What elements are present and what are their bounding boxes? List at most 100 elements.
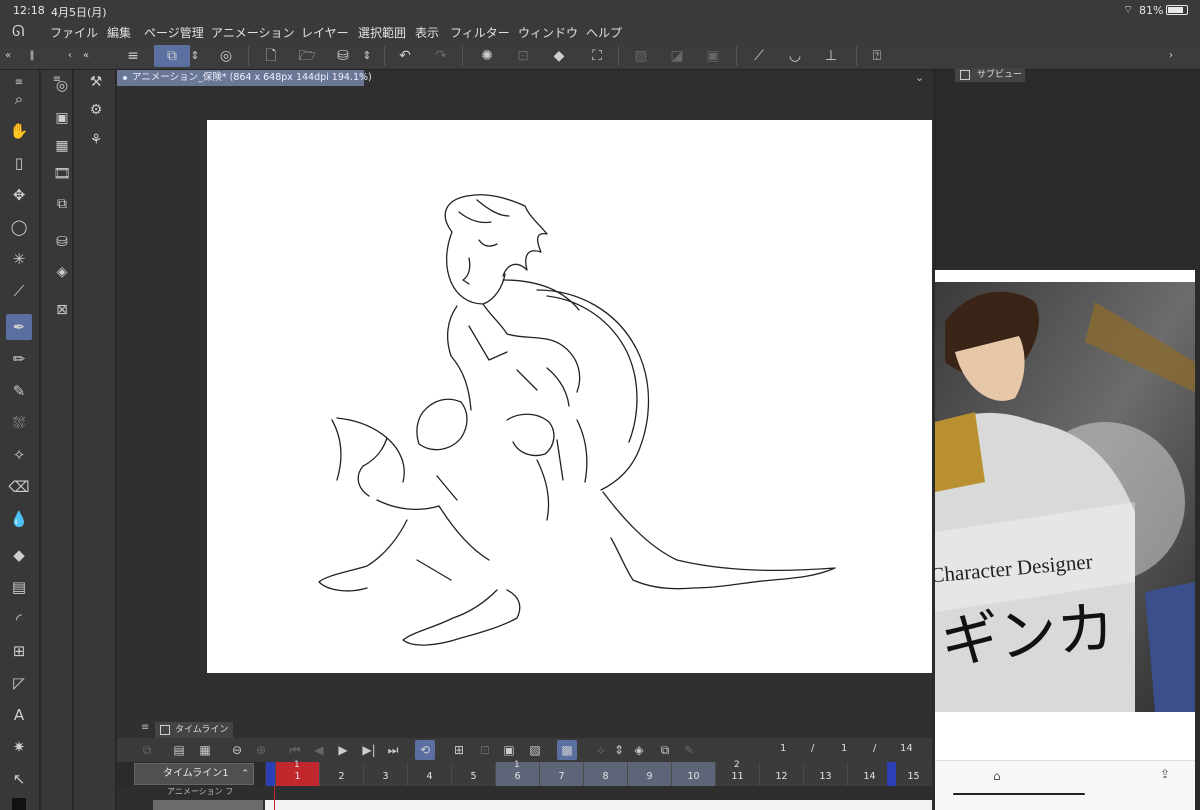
menu-file[interactable]: ファイル [50, 24, 98, 41]
frame-header-8[interactable]: 8 [583, 762, 627, 786]
frame-header-4[interactable]: 4 [407, 762, 451, 786]
fill-tool-icon[interactable]: ◆ [6, 542, 32, 568]
clip-studio-icon[interactable]: ◎ [215, 45, 237, 67]
menu-filter[interactable]: フィルター [450, 24, 510, 41]
undo-icon[interactable]: ↶ [394, 45, 416, 67]
frame-header-10[interactable]: 10 [671, 762, 715, 786]
fill-icon[interactable]: ◆ [548, 45, 570, 67]
camera-icon[interactable]: ⧉ [655, 740, 675, 760]
keyframe-options-icon[interactable]: ⇕ [613, 740, 625, 760]
frame-header-9[interactable]: 9 [627, 762, 671, 786]
track-frames[interactable] [265, 800, 932, 810]
collapse-left-icon[interactable]: « [2, 45, 14, 67]
zoom-tool-icon[interactable]: ⌕ [6, 86, 32, 112]
snap-grid-icon[interactable]: ⊥ [820, 45, 842, 67]
pen-preset-icon[interactable]: ⚒ [84, 70, 108, 94]
timeline-frame-icon[interactable]: ▦ [195, 740, 215, 760]
eraser-tool-icon[interactable]: ⌫ [6, 474, 32, 500]
open-folder-icon[interactable]: 🗁 [296, 45, 318, 67]
zoom-out-icon[interactable]: ⊖ [227, 740, 247, 760]
updown-arrows-icon[interactable]: ⇕ [188, 45, 202, 67]
panel-grip-icon[interactable]: ‖ [28, 45, 36, 67]
share-icon[interactable]: ⇪ [1160, 767, 1170, 781]
redo-icon[interactable]: ↷ [430, 45, 452, 67]
pen-effect-icon[interactable]: ⚘ [84, 128, 108, 152]
pen-tool-icon[interactable]: ✒ [6, 314, 32, 340]
save-icon[interactable]: ⛁ [332, 45, 354, 67]
menu-help[interactable]: ヘルプ [586, 24, 622, 41]
menu-animation[interactable]: アニメーション [211, 24, 295, 41]
material-icon[interactable]: ▦ [50, 134, 74, 158]
frame-header-7[interactable]: 7 [539, 762, 583, 786]
last-frame-icon[interactable]: ⏭ [383, 740, 403, 760]
airbrush-tool-icon[interactable]: ⛆ [6, 410, 32, 436]
frame-header-13[interactable]: 13 [803, 762, 847, 786]
enable-onion-icon[interactable]: ▩ [557, 740, 577, 760]
frame-header-14[interactable]: 14 [847, 762, 891, 786]
palette-menu-icon[interactable]: ≡ [6, 70, 32, 88]
light-table-icon[interactable]: ▧ [525, 740, 545, 760]
menu-edit[interactable]: 編集 [107, 24, 131, 41]
keyframe-icon[interactable]: ⟡ [591, 740, 611, 760]
clear-icon[interactable]: ✺ [476, 45, 498, 67]
operation-tool-icon[interactable]: ↖ [6, 766, 32, 792]
magic-wand-tool-icon[interactable]: ✳ [6, 246, 32, 272]
assign-cel-icon[interactable]: ⊡ [475, 740, 495, 760]
save-options-icon[interactable]: ⇕ [360, 45, 374, 67]
chevron-down-icon[interactable]: ⌄ [915, 72, 927, 84]
new-timeline-icon[interactable]: ⧉ [137, 740, 157, 760]
animation-cel-icon[interactable]: 🎞 [50, 162, 74, 186]
pen-disabled-icon[interactable]: ✎ [679, 740, 699, 760]
blend-tool-icon[interactable]: 💧 [6, 506, 32, 532]
menu-page[interactable]: ページ管理 [144, 24, 204, 41]
collapse-sub2-icon[interactable]: « [80, 45, 92, 67]
snap-ruler-icon[interactable]: ⟋ [748, 45, 770, 67]
navigator-icon[interactable]: ◎ [50, 74, 74, 98]
subview-tab[interactable]: サブビュー [955, 68, 1025, 82]
figure-tool-icon[interactable]: ◜ [6, 606, 32, 632]
help-icon[interactable]: ⍰ [866, 45, 888, 67]
new-cel-icon[interactable]: ⊞ [449, 740, 469, 760]
frame-header-5[interactable]: 5 [451, 762, 495, 786]
play-icon[interactable]: ▶ [333, 740, 353, 760]
timeline-menu-icon[interactable]: ≡ [141, 722, 149, 733]
show-selection-icon[interactable]: ▣ [702, 45, 724, 67]
zoom-in-icon[interactable]: ⊕ [251, 740, 271, 760]
deselect-icon[interactable]: ▨ [630, 45, 652, 67]
main-color-swatch[interactable] [12, 798, 26, 810]
prev-frame-icon[interactable]: ◀ [309, 740, 329, 760]
app-logo-icon[interactable]: ᘏ [12, 22, 34, 40]
move-tool-icon[interactable]: ✥ [6, 182, 32, 208]
collapse-right-icon[interactable]: › [1165, 45, 1177, 67]
frame-header-12[interactable]: 12 [759, 762, 803, 786]
timeline-track[interactable]: アニメーション フ [117, 786, 932, 810]
menu-view[interactable]: 表示 [415, 24, 439, 41]
keyframe-edit-icon[interactable]: ◈ [629, 740, 649, 760]
snap-special-ruler-icon[interactable]: ◡ [784, 45, 806, 67]
frame-header-3[interactable]: 3 [363, 762, 407, 786]
new-file-icon[interactable]: 🗋 [260, 45, 282, 67]
loop-icon[interactable]: ⟲ [415, 740, 435, 760]
timeline-tab[interactable]: タイムライン [155, 722, 233, 738]
reference-image[interactable]: Character Designer ギンカ [935, 282, 1195, 712]
canvas-paper[interactable] [207, 120, 932, 673]
first-frame-icon[interactable]: ⏮ [285, 740, 305, 760]
layer-search-icon[interactable]: ⧉ [50, 192, 74, 216]
ruler-tool-icon[interactable]: ✷ [6, 734, 32, 760]
menu-window[interactable]: ウィンドウ [518, 24, 578, 41]
brush-tool-icon[interactable]: ✎ [6, 378, 32, 404]
timeline-settings-icon[interactable]: ▤ [169, 740, 189, 760]
frame-header-2[interactable]: 2 [319, 762, 363, 786]
end-marker[interactable] [887, 762, 896, 786]
timeline-ruler[interactable]: 1 2 3 4 5 6 7 8 9 10 11 12 13 14 15 1 1 2 [265, 760, 935, 786]
transform-icon[interactable]: ⛶ [586, 45, 608, 67]
invert-selection-icon[interactable]: ◪ [666, 45, 688, 67]
frame-header-15[interactable]: 15 [891, 762, 935, 786]
color-set-icon[interactable]: ⛁ [50, 230, 74, 254]
onion-skin-icon[interactable]: ▣ [499, 740, 519, 760]
menu-selection[interactable]: 選択範囲 [358, 24, 406, 41]
document-tab[interactable]: アニメーション_保険* (864 x 648px 144dpi 194.1%) [117, 70, 372, 86]
layer-icon[interactable]: ◈ [50, 260, 74, 284]
layer-property-icon[interactable]: ▣ [50, 106, 74, 130]
hamburger-menu-icon[interactable]: ≡ [122, 45, 144, 67]
